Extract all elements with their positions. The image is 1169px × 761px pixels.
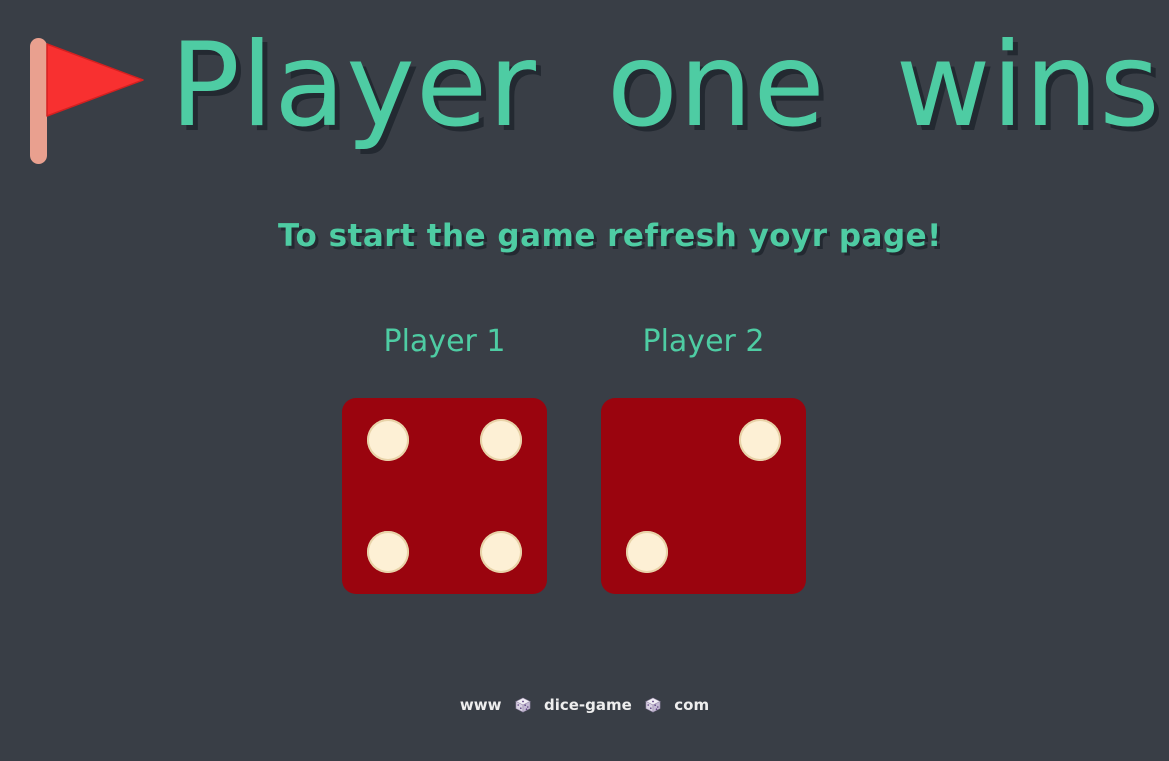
player-2-label: Player 2: [642, 324, 765, 359]
restart-instructions: To start the game refresh yoyr page!: [278, 218, 942, 254]
game-die-icon: [515, 697, 531, 713]
die-pip: [367, 531, 409, 573]
game-die-icon: [645, 697, 661, 713]
winner-title: Player one wins!: [170, 18, 1169, 153]
die-pip: [367, 419, 409, 461]
die-pip: [739, 419, 781, 461]
player-2-die: [601, 398, 806, 594]
die-pip: [480, 531, 522, 573]
player-1-label: Player 1: [383, 324, 506, 359]
die-pip: [480, 419, 522, 461]
die-pip: [626, 531, 668, 573]
player-1-die: [342, 398, 547, 594]
footer-prefix: www: [459, 696, 502, 714]
footer-suffix: com: [674, 696, 710, 714]
footer: www dice-game com: [0, 696, 1169, 714]
red-flag-icon: [30, 38, 144, 164]
footer-site-name: dice-game: [543, 696, 632, 714]
